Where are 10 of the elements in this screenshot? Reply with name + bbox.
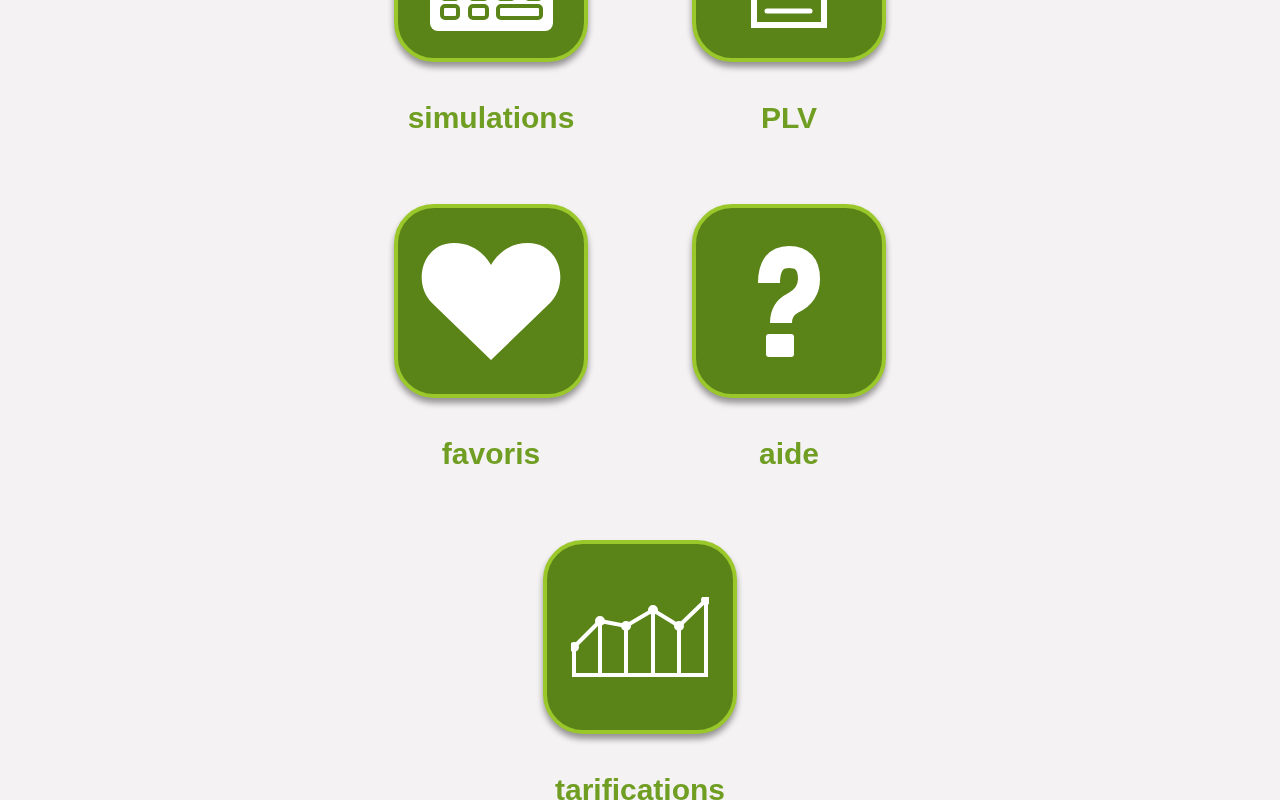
menu-tile[interactable] — [692, 204, 886, 398]
tile-label: aide — [759, 440, 819, 468]
tile-label: simulations — [407, 104, 575, 132]
tile-label: PLV — [760, 104, 818, 132]
tile-label: tarifications — [554, 776, 725, 800]
help-icon — [758, 245, 820, 357]
line-chart-icon — [571, 596, 709, 678]
menu-tile[interactable] — [543, 540, 737, 734]
menu-tile[interactable] — [394, 204, 588, 398]
tile-label: favoris — [441, 440, 541, 468]
